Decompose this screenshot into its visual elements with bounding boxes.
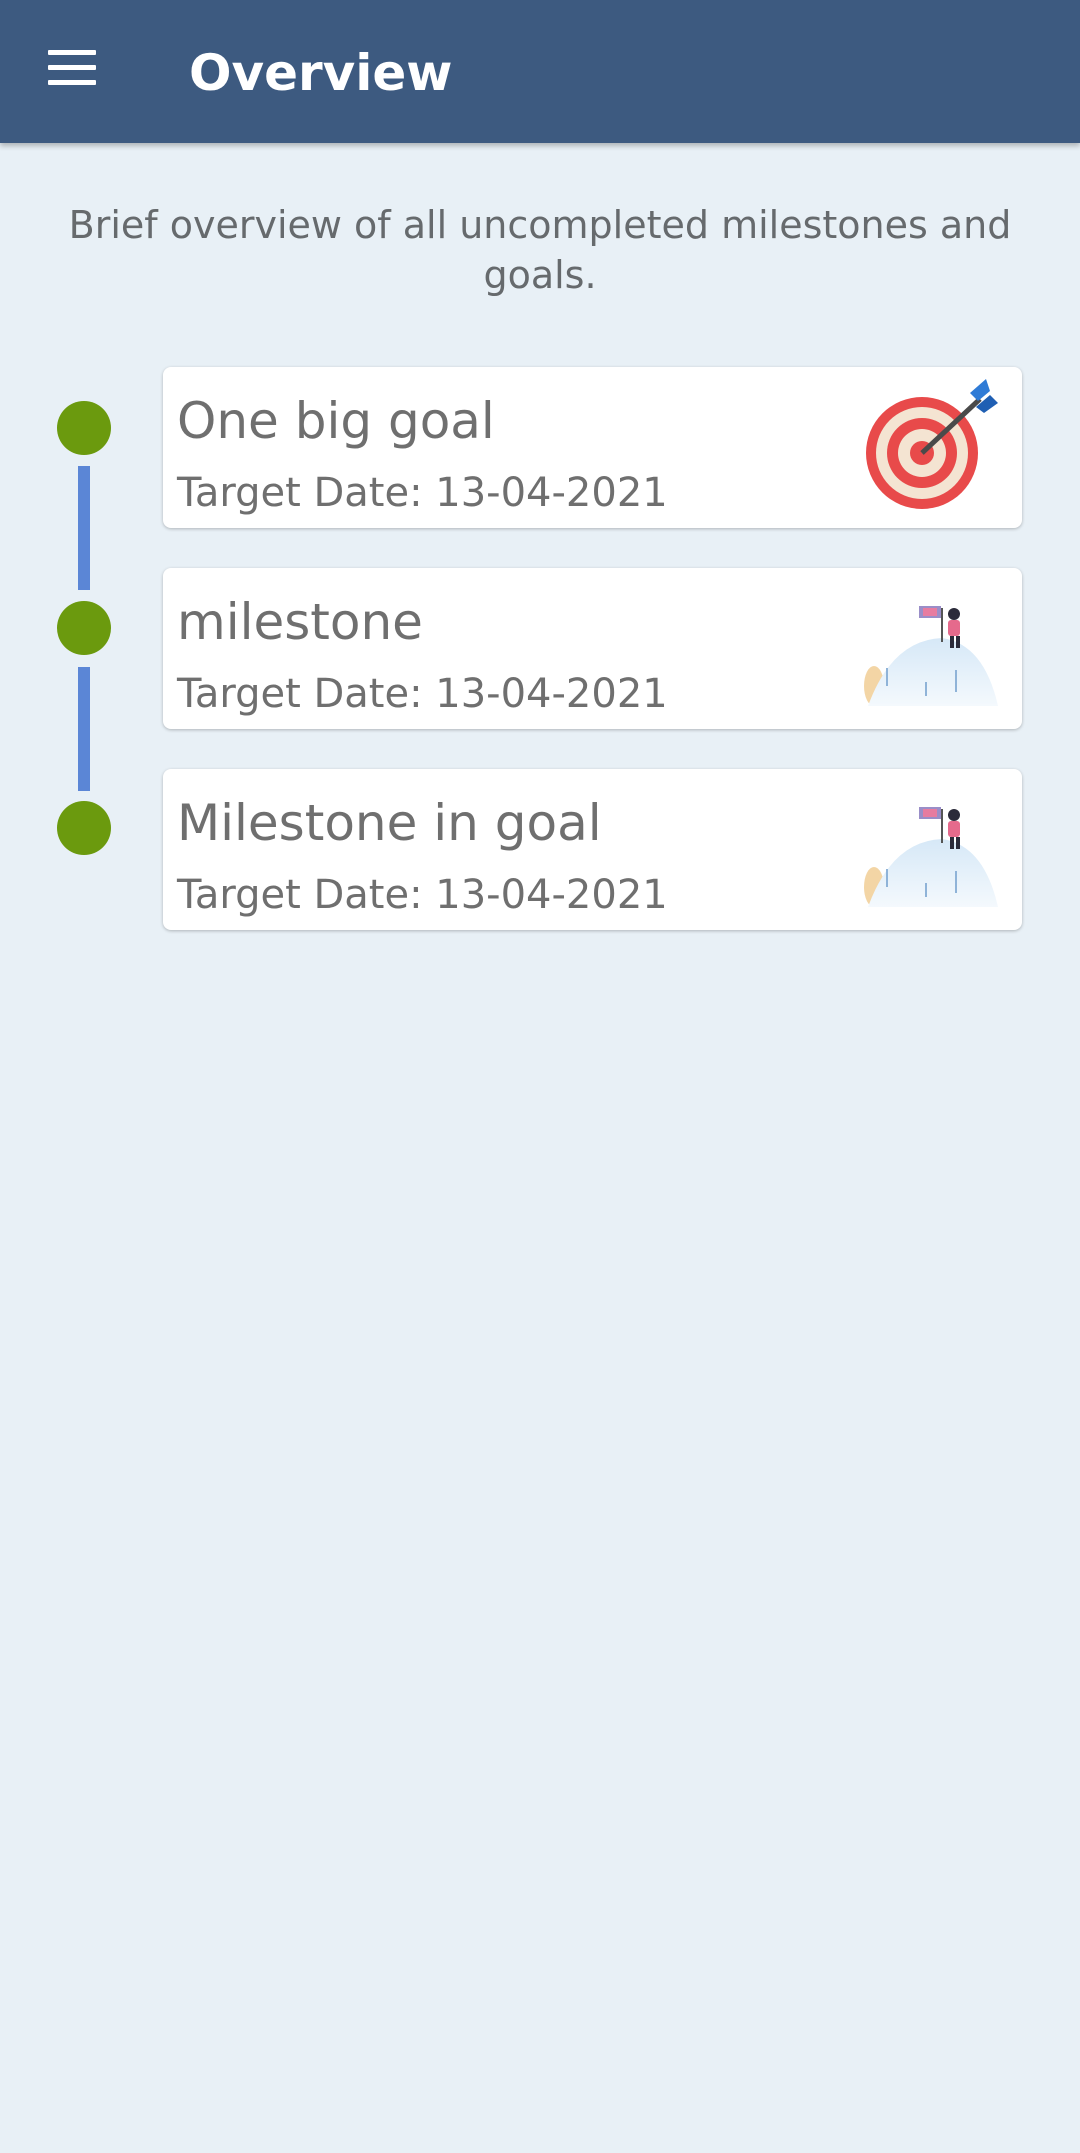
app-bar: Overview xyxy=(0,0,1080,143)
timeline-connector xyxy=(78,667,90,791)
intro-text: Brief overview of all uncompleted milest… xyxy=(68,203,1012,297)
milestone-card[interactable]: Milestone in goal Target Date: 13-04-202… xyxy=(163,769,1022,930)
target-icon xyxy=(866,379,998,509)
hamburger-menu-icon[interactable] xyxy=(44,46,102,90)
card-target-date: Target Date: 13-04-2021 xyxy=(177,470,668,516)
mountain-climb-icon xyxy=(864,807,998,907)
card-target-date: Target Date: 13-04-2021 xyxy=(177,872,668,918)
timeline-dot xyxy=(57,401,111,455)
goal-card[interactable]: One big goal Target Date: 13-04-2021 xyxy=(163,367,1022,528)
card-title: milestone xyxy=(177,593,423,651)
card-target-date: Target Date: 13-04-2021 xyxy=(177,671,668,717)
timeline-dot xyxy=(57,601,111,655)
mountain-climb-icon xyxy=(864,606,998,706)
card-title: Milestone in goal xyxy=(177,794,602,852)
card-title: One big goal xyxy=(177,392,495,450)
page-title: Overview xyxy=(189,44,453,102)
timeline-dot xyxy=(57,801,111,855)
milestone-card[interactable]: milestone Target Date: 13-04-2021 xyxy=(163,568,1022,729)
timeline-connector xyxy=(78,466,90,590)
